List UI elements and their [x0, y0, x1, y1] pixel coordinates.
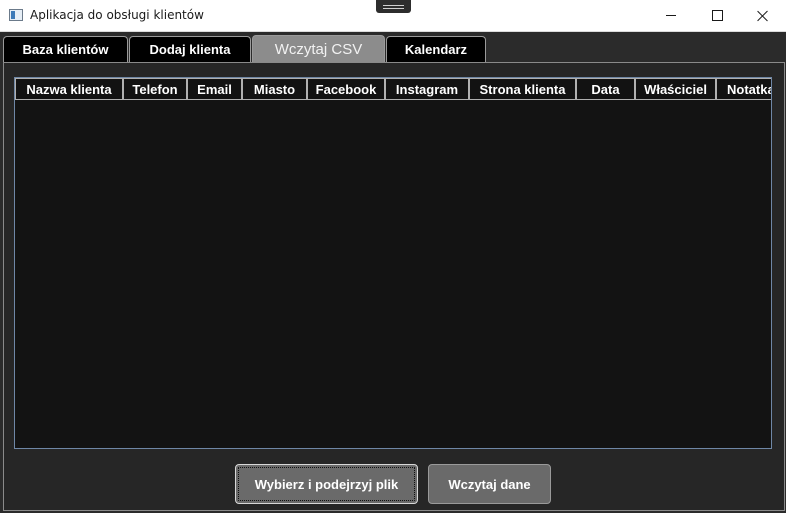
app-icon [9, 9, 23, 21]
minimize-button[interactable] [648, 0, 694, 31]
tab-kalendarz[interactable]: Kalendarz [386, 36, 486, 62]
maximize-icon [711, 10, 723, 21]
column-header-miasto[interactable]: Miasto [242, 78, 307, 100]
tab-wczytaj-csv[interactable]: Wczytaj CSV [252, 35, 385, 63]
column-header-strona-klienta[interactable]: Strona klienta [469, 78, 576, 100]
column-header-data[interactable]: Data [576, 78, 635, 100]
tab-baza-klientow[interactable]: Baza klientów [3, 36, 128, 62]
title-bar[interactable]: Aplikacja do obsługi klientów [0, 0, 786, 32]
maximize-button[interactable] [694, 0, 740, 31]
csv-preview-grid[interactable]: Nazwa klienta Telefon Email Miasto Faceb… [14, 77, 772, 449]
column-header-wlasciciel[interactable]: Właściciel [635, 78, 716, 100]
grid-body[interactable] [15, 100, 771, 448]
column-header-facebook[interactable]: Facebook [307, 78, 385, 100]
close-button[interactable] [740, 0, 786, 31]
column-header-instagram[interactable]: Instagram [385, 78, 469, 100]
minimize-icon [666, 15, 676, 16]
window-title: Aplikacja do obsługi klientów [30, 8, 204, 22]
load-data-button[interactable]: Wczytaj dane [428, 464, 551, 504]
column-header-email[interactable]: Email [187, 78, 242, 100]
grid-header: Nazwa klienta Telefon Email Miasto Faceb… [15, 78, 771, 100]
column-header-telefon[interactable]: Telefon [123, 78, 187, 100]
column-header-nazwa-klienta[interactable]: Nazwa klienta [15, 78, 123, 100]
column-header-notatka[interactable]: Notatka [716, 78, 771, 100]
tab-dodaj-klienta[interactable]: Dodaj klienta [129, 36, 251, 62]
pick-file-button[interactable]: Wybierz i podejrzyj plik [235, 464, 418, 504]
drag-handle-icon[interactable] [376, 0, 411, 13]
close-icon [757, 10, 769, 22]
